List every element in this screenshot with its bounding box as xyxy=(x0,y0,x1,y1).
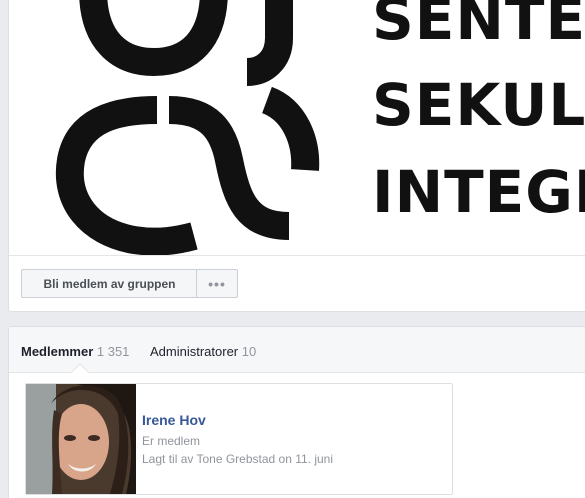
tab-members[interactable]: Medlemmer 1 351 xyxy=(21,344,129,359)
member-avatar[interactable] xyxy=(26,384,136,494)
logo-line-1: SENTER xyxy=(372,0,585,53)
tab-administrators[interactable]: Administratorer 10 xyxy=(150,344,256,359)
tab-admins-label: Administratorer xyxy=(150,344,239,359)
avatar-photo xyxy=(26,384,136,494)
tab-members-label: Medlemmer xyxy=(21,344,94,359)
admins-count: 10 xyxy=(241,344,257,359)
member-card: Irene Hov Er medlem Lagt til av Tone Gre… xyxy=(25,383,453,495)
member-name-link[interactable]: Irene Hov xyxy=(142,412,206,428)
logo-line-3: INTEGR xyxy=(372,158,585,226)
member-role: Er medlem xyxy=(142,434,201,448)
members-tabs-header: Medlemmer 1 351 Administratorer 10 xyxy=(9,327,585,373)
divider xyxy=(9,255,585,256)
more-dots-icon: ••• xyxy=(208,275,226,292)
member-added-info: Lagt til av Tone Grebstad on 11. juni xyxy=(142,452,334,466)
members-section: Medlemmer 1 351 Administratorer 10 Irene… xyxy=(8,326,585,498)
more-options-button[interactable]: ••• xyxy=(196,269,238,298)
ss-swirl-logo-icon xyxy=(55,0,320,256)
group-cover-card: SENTER SEKULÆR INTEGR Bli medlem av grup… xyxy=(8,0,585,312)
logo-line-2: SEKULÆR xyxy=(372,71,585,139)
join-group-button[interactable]: Bli medlem av gruppen xyxy=(21,269,198,298)
members-count: 1 351 xyxy=(96,344,130,359)
group-cover-image: SENTER SEKULÆR INTEGR xyxy=(9,0,585,256)
